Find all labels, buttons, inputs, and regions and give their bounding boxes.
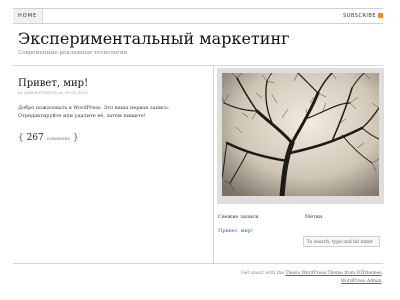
footer-credit-end: .: [381, 271, 383, 276]
comments-label: comments: [46, 137, 71, 142]
rss-icon: [378, 13, 383, 18]
tags-heading: Метки: [305, 214, 323, 220]
post-body: Добро пожаловать в WordPress. Это ваша п…: [18, 105, 170, 119]
subscribe-label: SUBSCRIBE: [343, 13, 376, 19]
header-divider: [13, 65, 383, 66]
wordpress-admin-link[interactable]: WordPress Admin: [341, 279, 382, 284]
thesis-theme-link[interactable]: Thesis WordPress Theme from DIYthemes: [285, 271, 381, 276]
comments-link[interactable]: { 267 comments }: [18, 133, 79, 143]
nav-home-link[interactable]: HOME: [13, 9, 44, 23]
footer-divider: [13, 263, 383, 264]
search-input[interactable]: To search, type and hit enter: [303, 236, 380, 247]
subscribe-link[interactable]: SUBSCRIBE: [343, 9, 383, 23]
footer-credit-text: Get smart with the: [241, 271, 286, 276]
post-title[interactable]: Привет, мир!: [18, 78, 88, 89]
footer-credit: Get smart with the Thesis WordPress Them…: [241, 271, 383, 276]
header-photo: [217, 68, 384, 204]
footer-admin: WordPress Admin.: [341, 279, 383, 284]
post-meta: by ADMINISTRATOR on 09.02.2010: [18, 91, 88, 95]
tree-photo: [222, 73, 379, 196]
comments-count: 267: [26, 133, 44, 143]
recent-post-link[interactable]: Привет, мир!: [218, 228, 253, 234]
footer-admin-end: .: [381, 279, 383, 284]
site-description: Современные рекламные технологии: [18, 50, 128, 56]
top-nav: HOME SUBSCRIBE: [13, 8, 383, 24]
column-divider: [213, 66, 214, 263]
site-title[interactable]: Экспериментальный маркетинг: [18, 29, 290, 48]
recent-posts-heading: Свежие записи: [218, 214, 259, 220]
